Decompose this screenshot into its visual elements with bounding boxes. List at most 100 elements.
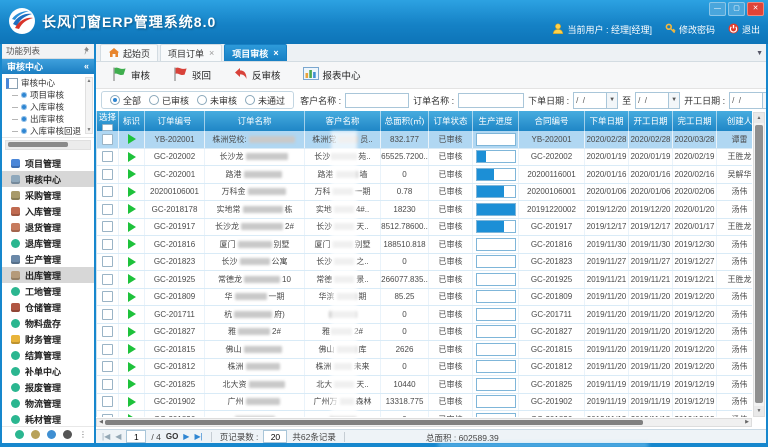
row-checkbox[interactable] bbox=[102, 396, 113, 407]
sidebar-item-审核中心[interactable]: 审核中心 bbox=[2, 171, 94, 187]
tab-close-icon[interactable]: × bbox=[273, 48, 278, 58]
sidebar-item-仓储管理[interactable]: 仓储管理 bbox=[2, 299, 94, 315]
tab-起始页[interactable]: 起始页 bbox=[100, 44, 158, 61]
first-page-button[interactable]: |◀ bbox=[102, 432, 110, 442]
table-row[interactable]: GC-201825北大资北大天..10440已审核GC-2018252019/1… bbox=[97, 376, 752, 394]
column-header-选择[interactable]: 选择 bbox=[97, 111, 119, 131]
order-name-input[interactable] bbox=[458, 93, 524, 108]
dropdown-icon[interactable]: ▼ bbox=[606, 93, 617, 108]
tree-item-出库审核[interactable]: 出库审核 bbox=[6, 113, 84, 125]
sidebar-item-耗材管理[interactable]: 耗材管理 bbox=[2, 411, 94, 427]
last-page-button[interactable]: ▶| bbox=[194, 432, 202, 442]
close-button[interactable]: ✕ bbox=[747, 2, 764, 16]
table-row[interactable]: GC-201902广州广州万森林13318.775已审核GC-201902201… bbox=[97, 394, 752, 412]
table-row[interactable]: GC-201925常德龙 10常德景..266077.835..已审核GC-20… bbox=[97, 271, 752, 289]
table-row[interactable]: YB-202001株洲党校:株洲党员..832.177已审核YB-2020012… bbox=[97, 131, 752, 149]
scroll-right-icon[interactable]: ▶ bbox=[743, 419, 751, 426]
tree-vertical-scrollbar[interactable]: ▲▼ bbox=[85, 77, 93, 134]
order-date-to-input[interactable]: ▼ bbox=[635, 92, 680, 109]
accordion-header-audit-center[interactable]: 审核中心 « bbox=[2, 59, 94, 74]
next-page-button[interactable]: ▶ bbox=[183, 432, 189, 442]
pin-icon[interactable] bbox=[82, 46, 90, 57]
toolbar-button-反审核[interactable]: 反审核 bbox=[224, 64, 290, 86]
row-checkbox[interactable] bbox=[102, 326, 113, 337]
toolbar-button-报表中心[interactable]: 报表中心 bbox=[294, 64, 370, 86]
row-checkbox[interactable] bbox=[102, 344, 113, 355]
sidebar-item-工地管理[interactable]: 工地管理 bbox=[2, 283, 94, 299]
row-checkbox[interactable] bbox=[102, 379, 113, 390]
tree-item-入库审核回退[interactable]: 入库审核回退 bbox=[6, 125, 84, 137]
tree-horizontal-scrollbar[interactable] bbox=[5, 140, 91, 150]
column-header-合同编号[interactable]: 合同编号 bbox=[519, 111, 585, 131]
tree-item-项目审核[interactable]: 项目审核 bbox=[6, 89, 84, 101]
scroll-up-icon[interactable]: ▲ bbox=[754, 113, 764, 123]
vertical-scroll-thumb[interactable] bbox=[755, 125, 763, 403]
row-checkbox[interactable] bbox=[102, 274, 113, 285]
table-row[interactable]: GC-2018178实地常栋实地4#..18230已审核201912200022… bbox=[97, 201, 752, 219]
collapse-icon[interactable]: « bbox=[84, 62, 89, 71]
column-header-完工日期[interactable]: 完工日期 bbox=[673, 111, 717, 131]
row-checkbox[interactable] bbox=[102, 414, 113, 417]
dropdown-icon[interactable]: ▼ bbox=[668, 93, 679, 108]
maximize-button[interactable]: ▢ bbox=[728, 2, 745, 16]
column-header-客户名称[interactable]: 客户名称 bbox=[305, 111, 381, 131]
sidebar-item-补单中心[interactable]: 补单中心 bbox=[2, 363, 94, 379]
sidebar-item-生产管理[interactable]: 生产管理 bbox=[2, 251, 94, 267]
minimize-button[interactable]: — bbox=[709, 2, 726, 16]
radio-已审核[interactable]: 已审核 bbox=[149, 94, 189, 107]
column-header-标识[interactable]: 标识 bbox=[119, 111, 145, 131]
row-checkbox[interactable] bbox=[102, 204, 113, 215]
prev-page-button[interactable]: ◀ bbox=[115, 432, 121, 442]
change-password-button[interactable]: 修改密码 bbox=[665, 23, 715, 36]
sidebar-item-项目管理[interactable]: 项目管理 bbox=[2, 155, 94, 171]
footer-dot-icon[interactable] bbox=[15, 430, 24, 439]
sidebar-item-物流管理[interactable]: 物流管理 bbox=[2, 395, 94, 411]
footer-cart-icon[interactable] bbox=[31, 430, 40, 439]
table-row[interactable]: GC-2018260已审核GC-2018262019/11/182019/11/… bbox=[97, 411, 752, 417]
row-checkbox[interactable] bbox=[102, 169, 113, 180]
row-checkbox[interactable] bbox=[102, 291, 113, 302]
tab-overflow-icon[interactable]: ▼ bbox=[756, 50, 763, 57]
order-date-from-input[interactable]: ▼ bbox=[573, 92, 618, 109]
table-row[interactable]: GC-201827雅2#雅2#0已审核GC-2018272019/11/2020… bbox=[97, 324, 752, 342]
table-row[interactable]: GC-201816厦门别墅厦门别墅188510.818已审核GC-2018162… bbox=[97, 236, 752, 254]
table-row[interactable]: GC-202002长沙龙长沙苑..65525.7200..已审核GC-20200… bbox=[97, 149, 752, 167]
table-row[interactable]: 20200106001万科金万科一期0.78已审核202001060012020… bbox=[97, 184, 752, 202]
sidebar-item-入库管理[interactable]: 入库管理 bbox=[2, 203, 94, 219]
sidebar-item-出库管理[interactable]: 出库管理 bbox=[2, 267, 94, 283]
row-checkbox[interactable] bbox=[102, 221, 113, 232]
row-checkbox[interactable] bbox=[102, 186, 113, 197]
page-number-input[interactable] bbox=[126, 430, 146, 443]
toolbar-button-审核[interactable]: 审核 bbox=[102, 63, 159, 88]
logout-button[interactable]: 退出 bbox=[728, 23, 760, 36]
table-row[interactable]: GC-201711杭府)0已审核GC-2017112019/11/202019/… bbox=[97, 306, 752, 324]
column-header-总面积(㎡)[interactable]: 总面积(㎡) bbox=[381, 111, 429, 131]
tree-item-入库审核[interactable]: 入库审核 bbox=[6, 101, 84, 113]
scroll-left-icon[interactable]: ◀ bbox=[97, 419, 105, 426]
row-checkbox[interactable] bbox=[102, 239, 113, 250]
column-header-下单日期[interactable]: 下单日期 bbox=[585, 111, 629, 131]
column-header-订单状态[interactable]: 订单状态 bbox=[429, 111, 473, 131]
column-header-订单名称[interactable]: 订单名称 bbox=[205, 111, 305, 131]
footer-doc-icon[interactable] bbox=[47, 430, 56, 439]
column-header-订单编号[interactable]: 订单编号 bbox=[145, 111, 205, 131]
sidebar-item-财务管理[interactable]: 财务管理 bbox=[2, 331, 94, 347]
radio-未通过[interactable]: 未通过 bbox=[245, 94, 285, 107]
radio-未审核[interactable]: 未审核 bbox=[197, 94, 237, 107]
radio-全部[interactable]: 全部 bbox=[110, 94, 141, 107]
sidebar-item-退货管理[interactable]: 退货管理 bbox=[2, 219, 94, 235]
table-row[interactable]: GC-201812株洲株洲未来0已审核GC-2018122019/11/2020… bbox=[97, 359, 752, 377]
go-button[interactable]: GO bbox=[166, 432, 178, 441]
table-row[interactable]: GC-201823长沙公寓长沙之..0已审核GC-2018232019/11/2… bbox=[97, 254, 752, 272]
table-row[interactable]: GC-202001路港路港墙0已审核202001160012020/01/162… bbox=[97, 166, 752, 184]
table-horizontal-scrollbar[interactable]: ◀ ▶ bbox=[96, 418, 752, 427]
customer-name-input[interactable] bbox=[345, 93, 409, 108]
sidebar-item-结算管理[interactable]: 结算管理 bbox=[2, 347, 94, 363]
start-date-input[interactable]: ▼ bbox=[729, 92, 766, 109]
sidebar-item-采购管理[interactable]: 采购管理 bbox=[2, 187, 94, 203]
sidebar-item-物料盘存[interactable]: 物料盘存 bbox=[2, 315, 94, 331]
table-row[interactable]: GC-201815佛山佛山库2626已审核GC-2018152019/11/20… bbox=[97, 341, 752, 359]
table-row[interactable]: GC-201809华一期华滨期85.25已审核GC-2018092019/11/… bbox=[97, 289, 752, 307]
footer-user-icon[interactable] bbox=[63, 430, 72, 439]
tree-root-audit-center[interactable]: 审核中心 bbox=[6, 77, 84, 89]
